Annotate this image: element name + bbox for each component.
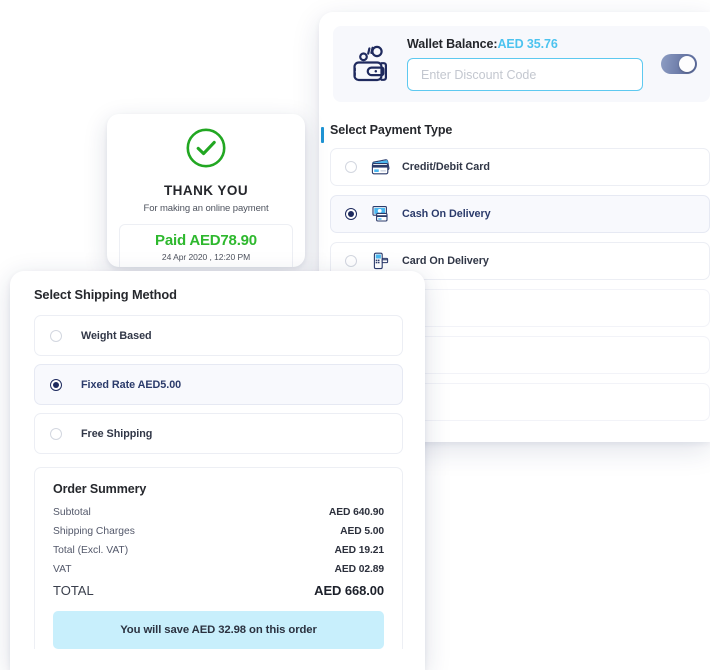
summary-row: Shipping Charges AED 5.00 [53, 526, 384, 537]
summary-total-label: TOTAL [53, 583, 94, 598]
payment-radio-cash-on-delivery[interactable] [345, 208, 357, 220]
payment-option-label: Cash On Delivery [402, 208, 491, 220]
wallet-toggle-knob [679, 56, 695, 72]
summary-total-row: TOTAL AED 668.00 [53, 583, 384, 598]
payment-option-label: Card On Delivery [402, 255, 489, 267]
shipping-option-weight-based[interactable]: Weight Based [34, 315, 403, 356]
summary-row-value: AED 5.00 [340, 526, 384, 537]
summary-row-value: AED 19.21 [334, 545, 385, 556]
card-reader-icon [370, 251, 392, 271]
check-circle-icon [107, 127, 305, 174]
payment-radio-card-on-delivery[interactable] [345, 255, 357, 267]
summary-row-label: Total (Excl. VAT) [53, 545, 129, 556]
shipping-radio-free-shipping[interactable] [50, 427, 62, 440]
shipping-radio-weight-based[interactable] [50, 329, 62, 342]
thank-you-title: THANK YOU [163, 183, 249, 198]
payment-panel-accent-marker [321, 127, 324, 143]
wallet-balance-label: Wallet Balance: [407, 37, 498, 51]
order-summary-box: Order Summery Subtotal AED 640.90 Shippi… [34, 467, 403, 649]
shipping-option-label: Fixed Rate AED5.00 [81, 378, 182, 391]
shipping-radio-fixed-rate[interactable] [50, 378, 62, 391]
summary-row-label: VAT [53, 564, 72, 575]
summary-row-value: AED 640.90 [328, 507, 384, 518]
wallet-icon [347, 41, 393, 87]
payment-option-credit-debit-card[interactable]: Credit/Debit Card [330, 148, 710, 186]
thank-you-card: THANK YOU For making an online payment P… [107, 114, 305, 267]
shipping-option-label: Weight Based [81, 329, 152, 342]
summary-row-label: Subtotal [53, 507, 91, 518]
wallet-toggle[interactable] [661, 54, 697, 74]
shipping-method-title: Select Shipping Method [34, 287, 177, 302]
wallet-balance-amount: AED 35.76 [497, 37, 558, 51]
shipping-and-summary-card: Select Shipping Method Weight Based Fixe… [10, 271, 425, 670]
payment-option-cash-on-delivery[interactable]: Cash On Delivery [330, 195, 710, 233]
summary-row-value: AED 02.89 [334, 564, 385, 575]
wallet-balance: Wallet Balance:AED 35.76 [407, 37, 643, 51]
shipping-option-free-shipping[interactable]: Free Shipping [34, 413, 403, 454]
savings-banner: You will save AED 32.98 on this order [53, 611, 384, 649]
payment-type-title: Select Payment Type [330, 123, 453, 137]
payment-option-label: Credit/Debit Card [402, 161, 490, 173]
summary-row: Total (Excl. VAT) AED 19.21 [53, 545, 384, 556]
paid-datetime: 24 Apr 2020 , 12:20 PM [161, 252, 251, 262]
paid-amount: Paid AED78.90 [155, 232, 257, 249]
shipping-option-fixed-rate[interactable]: Fixed Rate AED5.00 [34, 364, 403, 405]
wallet-balance-strip: Wallet Balance:AED 35.76 [333, 26, 710, 102]
thank-you-subtitle: For making an online payment [143, 203, 269, 214]
summary-row: Subtotal AED 640.90 [53, 507, 384, 518]
paid-amount-box: Paid AED78.90 24 Apr 2020 , 12:20 PM [119, 224, 293, 267]
shipping-option-label: Free Shipping [81, 427, 153, 440]
payment-radio-credit-debit-card[interactable] [345, 161, 357, 173]
summary-row: VAT AED 02.89 [53, 564, 384, 575]
summary-row-label: Shipping Charges [53, 526, 135, 537]
credit-card-icon [370, 157, 392, 177]
order-summary-title: Order Summery [53, 482, 147, 496]
summary-total-value: AED 668.00 [314, 583, 384, 598]
discount-code-input[interactable] [407, 58, 643, 91]
cash-delivery-icon [370, 204, 392, 224]
